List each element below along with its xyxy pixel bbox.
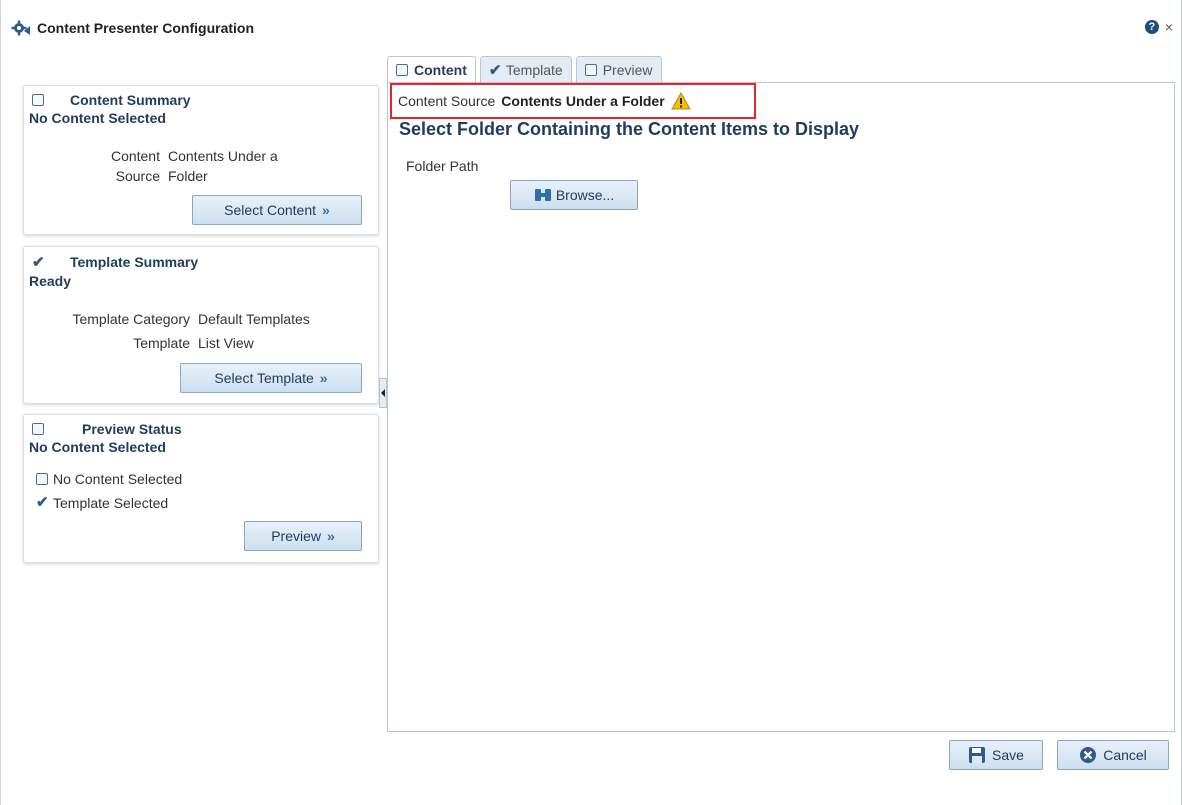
checkmark-icon: ✔ <box>32 254 45 271</box>
preview-status-panel: Preview Status No Content Selected No Co… <box>23 414 379 563</box>
template-summary-title: Template Summary <box>70 254 199 270</box>
template-info: Template Category Template Default Templ… <box>24 307 310 355</box>
template-summary-panel: ✔ Template Summary Ready Template Catego… <box>23 246 379 404</box>
template-summary-header: ✔ Template Summary <box>24 247 378 271</box>
preview-label: Preview <box>271 528 321 544</box>
collapse-panel-handle[interactable] <box>379 378 387 408</box>
checklist-item-template-label: Template Selected <box>53 495 169 511</box>
help-icon[interactable]: ? <box>1144 20 1159 34</box>
title-bar: Content Presenter Configuration <box>11 18 254 38</box>
tab-preview-label: Preview <box>602 61 653 78</box>
checkbox-icon <box>32 423 44 435</box>
select-template-button[interactable]: Select Template » <box>180 363 362 393</box>
content-summary-header: Content Summary <box>24 86 378 108</box>
content-presenter-dialog: Content Presenter Configuration ? × Cont… <box>0 0 1182 805</box>
checkbox-icon <box>584 63 597 76</box>
config-tabs: Content ✔ Template Preview <box>387 56 666 83</box>
double-chevron-right-icon: » <box>322 202 330 218</box>
content-tab-panel: Content Source Contents Under a Folder S… <box>387 82 1175 732</box>
double-chevron-right-icon: » <box>327 528 335 544</box>
folder-path-label: Folder Path <box>406 158 479 174</box>
checklist-item-template: ✔ Template Selected <box>36 491 182 515</box>
template-category-label: Template Category <box>72 311 190 327</box>
close-icon[interactable]: × <box>1165 20 1173 34</box>
checkmark-icon: ✔ <box>488 61 502 79</box>
checklist-item-content: No Content Selected <box>36 467 182 491</box>
save-button[interactable]: Save <box>949 740 1043 770</box>
select-content-button[interactable]: Select Content » <box>192 195 362 225</box>
preview-status-header: Preview Status <box>24 415 378 437</box>
template-label: Template <box>133 335 190 351</box>
content-source-key2: Source <box>115 168 160 184</box>
preview-status-title: Preview Status <box>82 421 182 437</box>
checklist-item-content-label: No Content Selected <box>53 471 183 487</box>
save-label: Save <box>992 747 1024 763</box>
select-content-label: Select Content <box>224 202 317 218</box>
content-source-value1: Contents Under a <box>168 148 278 164</box>
cancel-button[interactable]: Cancel <box>1057 740 1169 770</box>
template-summary-status: Ready <box>29 273 72 289</box>
content-source-key1: Content <box>110 148 160 164</box>
dialog-title: Content Presenter Configuration <box>37 20 255 36</box>
checkmark-icon: ✔ <box>36 494 49 511</box>
select-template-label: Select Template <box>214 370 314 386</box>
preview-button[interactable]: Preview » <box>244 521 362 551</box>
cancel-label: Cancel <box>1103 747 1147 763</box>
save-disk-icon <box>968 746 986 764</box>
tab-template-label: Template <box>505 61 563 78</box>
cancel-icon <box>1079 746 1097 764</box>
content-summary-status: No Content Selected <box>29 110 166 126</box>
tab-preview[interactable]: Preview <box>575 56 662 82</box>
preview-status-text: No Content Selected <box>29 439 166 455</box>
content-summary-panel: Content Summary No Content Selected Cont… <box>23 85 379 235</box>
checkbox-icon <box>36 473 48 485</box>
browse-binoculars-icon <box>534 187 552 203</box>
content-source-value: Contents Under a Folder <box>501 93 665 109</box>
browse-button[interactable]: Browse... <box>510 180 638 210</box>
tab-content[interactable]: Content <box>387 56 476 83</box>
checkbox-icon <box>32 94 44 106</box>
template-value: List View <box>198 335 254 351</box>
template-category-value: Default Templates <box>198 311 310 327</box>
gear-icon <box>11 19 31 37</box>
checkbox-icon <box>396 64 408 76</box>
tab-template[interactable]: ✔ Template <box>479 56 572 82</box>
browse-label: Browse... <box>555 187 615 203</box>
content-source-label: Content Source <box>398 93 496 109</box>
warning-icon <box>670 91 691 110</box>
tab-content-label: Content <box>414 62 467 78</box>
preview-checklist: No Content Selected ✔ Template Selected <box>36 467 182 515</box>
title-controls: ? × <box>1144 20 1173 34</box>
content-source-highlight: Content Source Contents Under a Folder <box>390 83 756 119</box>
content-source-value2: Folder <box>168 168 208 184</box>
content-source-info: Content Source Contents Under a Folder <box>24 146 278 186</box>
double-chevron-right-icon: » <box>319 370 328 386</box>
content-summary-title: Content Summary <box>70 92 191 108</box>
section-title: Select Folder Containing the Content Ite… <box>399 119 860 139</box>
